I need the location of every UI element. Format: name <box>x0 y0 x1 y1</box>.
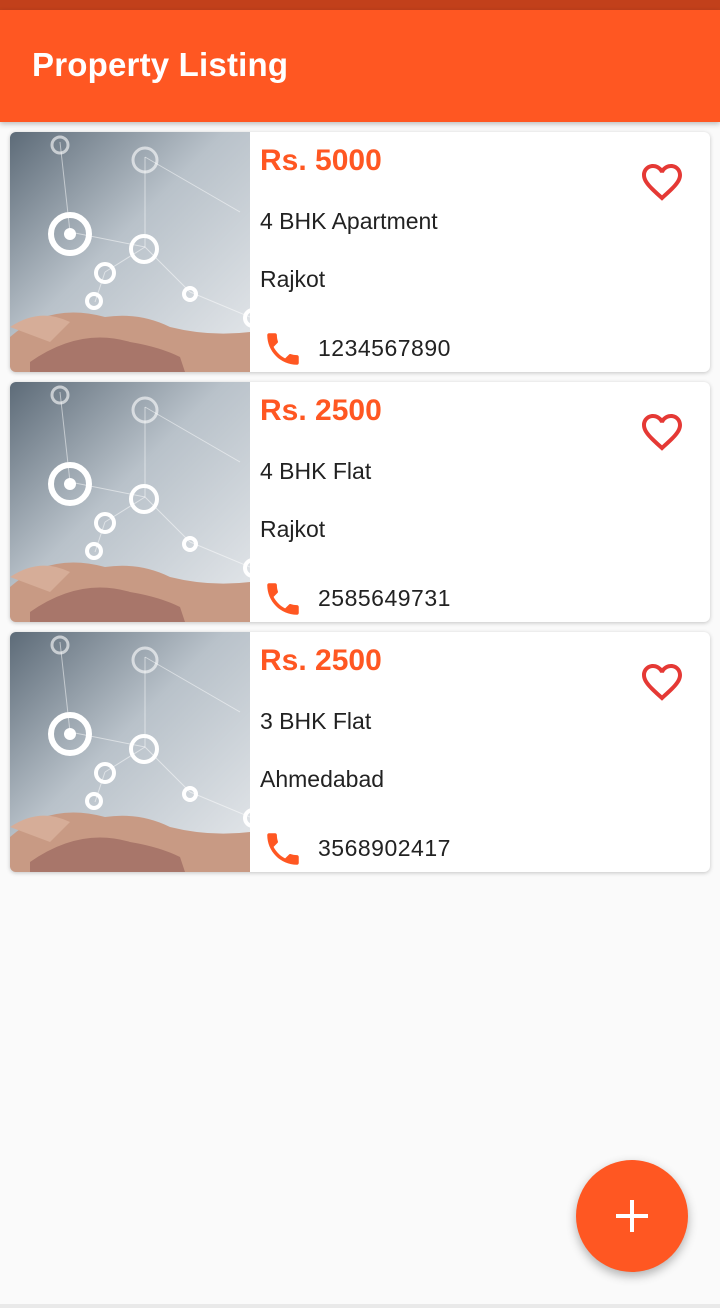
property-image <box>10 632 250 872</box>
property-list: Rs. 5000 4 BHK Apartment Rajkot 12345678… <box>10 132 710 882</box>
property-title: 4 BHK Flat <box>260 458 372 484</box>
property-image <box>10 132 250 372</box>
phone-icon[interactable] <box>262 578 304 620</box>
property-title: 3 BHK Flat <box>260 708 372 734</box>
add-property-button[interactable] <box>576 1160 688 1272</box>
city: Rajkot <box>260 516 326 542</box>
property-title: 4 BHK Apartment <box>260 208 438 234</box>
property-image <box>10 382 250 622</box>
city: Ahmedabad <box>260 766 385 792</box>
property-card[interactable]: Rs. 5000 4 BHK Apartment Rajkot 12345678… <box>10 132 710 372</box>
page-title: Property Listing <box>32 46 289 83</box>
app-bar: Property Listing <box>0 10 720 122</box>
city: Rajkot <box>260 266 326 292</box>
phone-number[interactable]: 2585649731 <box>318 585 451 612</box>
status-bar <box>0 0 720 10</box>
heart-outline-icon[interactable] <box>638 158 686 206</box>
price: Rs. 5000 <box>260 144 382 177</box>
heart-outline-icon[interactable] <box>638 408 686 456</box>
phone-number[interactable]: 1234567890 <box>318 335 451 362</box>
phone-icon[interactable] <box>262 328 304 370</box>
phone-number[interactable]: 3568902417 <box>318 835 451 862</box>
heart-outline-icon[interactable] <box>638 658 686 706</box>
bottom-divider <box>0 1304 720 1308</box>
property-card[interactable]: Rs. 2500 3 BHK Flat Ahmedabad 3568902417 <box>10 632 710 872</box>
property-card[interactable]: Rs. 2500 4 BHK Flat Rajkot 2585649731 <box>10 382 710 622</box>
plus-icon <box>616 1200 648 1232</box>
phone-icon[interactable] <box>262 828 304 870</box>
price: Rs. 2500 <box>260 394 382 427</box>
price: Rs. 2500 <box>260 644 382 677</box>
